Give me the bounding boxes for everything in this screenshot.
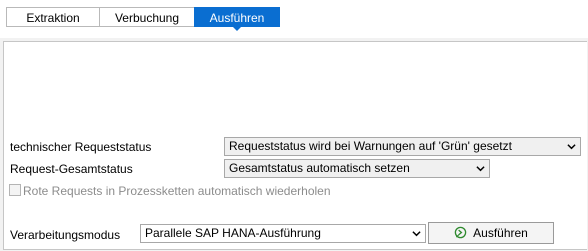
tech-status-value: Requeststatus wird bei Warnungen auf 'Gr… bbox=[229, 139, 512, 153]
execute-button-label: Ausführen bbox=[473, 226, 528, 240]
chevron-down-icon bbox=[567, 144, 576, 150]
overall-status-value: Gesamtstatus automatisch setzen bbox=[229, 161, 410, 175]
tech-status-label: technischer Requeststatus bbox=[10, 140, 152, 154]
tab-ausfuehren[interactable]: Ausführen bbox=[194, 7, 280, 27]
execute-settings-panel: technischer Requeststatus Requeststatus … bbox=[3, 41, 587, 250]
execute-button[interactable]: Ausführen bbox=[428, 222, 554, 244]
execute-icon bbox=[454, 226, 467, 239]
retry-red-requests-checkbox[interactable] bbox=[9, 184, 21, 196]
processing-mode-label: Verarbeitungsmodus bbox=[10, 228, 121, 242]
tech-status-dropdown[interactable]: Requeststatus wird bei Warnungen auf 'Gr… bbox=[224, 137, 581, 156]
tab-extraktion[interactable]: Extraktion bbox=[6, 7, 100, 27]
retry-red-requests-option: Rote Requests in Prozessketten automatis… bbox=[9, 183, 331, 199]
processing-mode-value: Parallele SAP HANA-Ausführung bbox=[145, 226, 321, 240]
chevron-down-icon bbox=[476, 166, 485, 172]
chevron-down-icon bbox=[412, 231, 421, 237]
tab-bar: Extraktion Verbuchung Ausführen bbox=[0, 0, 588, 38]
overall-status-label: Request-Gesamtstatus bbox=[10, 162, 133, 176]
retry-red-requests-label: Rote Requests in Prozessketten automatis… bbox=[23, 184, 331, 198]
overall-status-dropdown[interactable]: Gesamtstatus automatisch setzen bbox=[224, 159, 490, 178]
processing-mode-dropdown[interactable]: Parallele SAP HANA-Ausführung bbox=[140, 224, 426, 243]
tab-verbuchung[interactable]: Verbuchung bbox=[99, 7, 195, 27]
active-tab-indicator bbox=[232, 26, 242, 31]
